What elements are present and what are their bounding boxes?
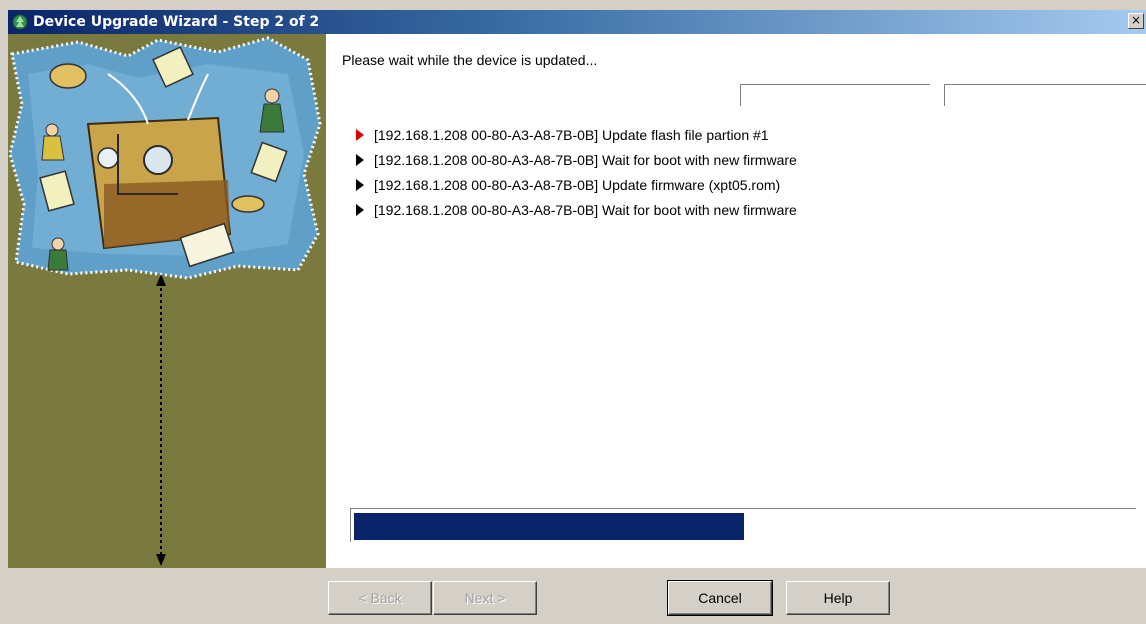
wizard-content: Please wait while the device is updated.… — [326, 34, 1146, 568]
back-button[interactable]: < Back — [328, 581, 432, 615]
wizard-illustration — [8, 36, 322, 566]
wizard-tree-icon — [11, 13, 29, 31]
step-arrow-icon — [356, 203, 364, 216]
task-label: [192.168.1.208 00-80-A3-A8-7B-0B] Wait f… — [374, 201, 797, 218]
task-item: [192.168.1.208 00-80-A3-A8-7B-0B] Update… — [356, 172, 797, 197]
column-header-divider — [944, 84, 1146, 106]
task-item: [192.168.1.208 00-80-A3-A8-7B-0B] Wait f… — [356, 147, 797, 172]
title-bar[interactable]: Device Upgrade Wizard - Step 2 of 2 × — [8, 10, 1146, 34]
task-item: [192.168.1.208 00-80-A3-A8-7B-0B] Update… — [356, 122, 797, 147]
window-title: Device Upgrade Wizard - Step 2 of 2 — [33, 14, 320, 30]
cancel-button[interactable]: Cancel — [667, 580, 773, 616]
status-text: Please wait while the device is updated.… — [342, 52, 598, 68]
current-step-arrow-icon — [356, 128, 364, 141]
task-label: [192.168.1.208 00-80-A3-A8-7B-0B] Update… — [374, 176, 781, 193]
help-button[interactable]: Help — [786, 581, 890, 615]
close-icon: × — [1130, 13, 1142, 27]
close-button[interactable]: × — [1128, 13, 1144, 29]
task-label: [192.168.1.208 00-80-A3-A8-7B-0B] Wait f… — [374, 151, 797, 168]
step-arrow-icon — [356, 153, 364, 166]
progress-bar — [350, 508, 1136, 542]
task-label: [192.168.1.208 00-80-A3-A8-7B-0B] Update… — [374, 126, 769, 143]
next-button[interactable]: Next > — [433, 581, 537, 615]
step-arrow-icon — [356, 178, 364, 191]
column-header-divider — [740, 84, 930, 106]
progress-bar-fill — [354, 513, 744, 540]
task-list: [192.168.1.208 00-80-A3-A8-7B-0B] Update… — [356, 122, 797, 222]
wizard-side-panel — [8, 34, 326, 568]
wizard-window: Device Upgrade Wizard - Step 2 of 2 × Pl… — [0, 0, 1146, 624]
task-item: [192.168.1.208 00-80-A3-A8-7B-0B] Wait f… — [356, 197, 797, 222]
